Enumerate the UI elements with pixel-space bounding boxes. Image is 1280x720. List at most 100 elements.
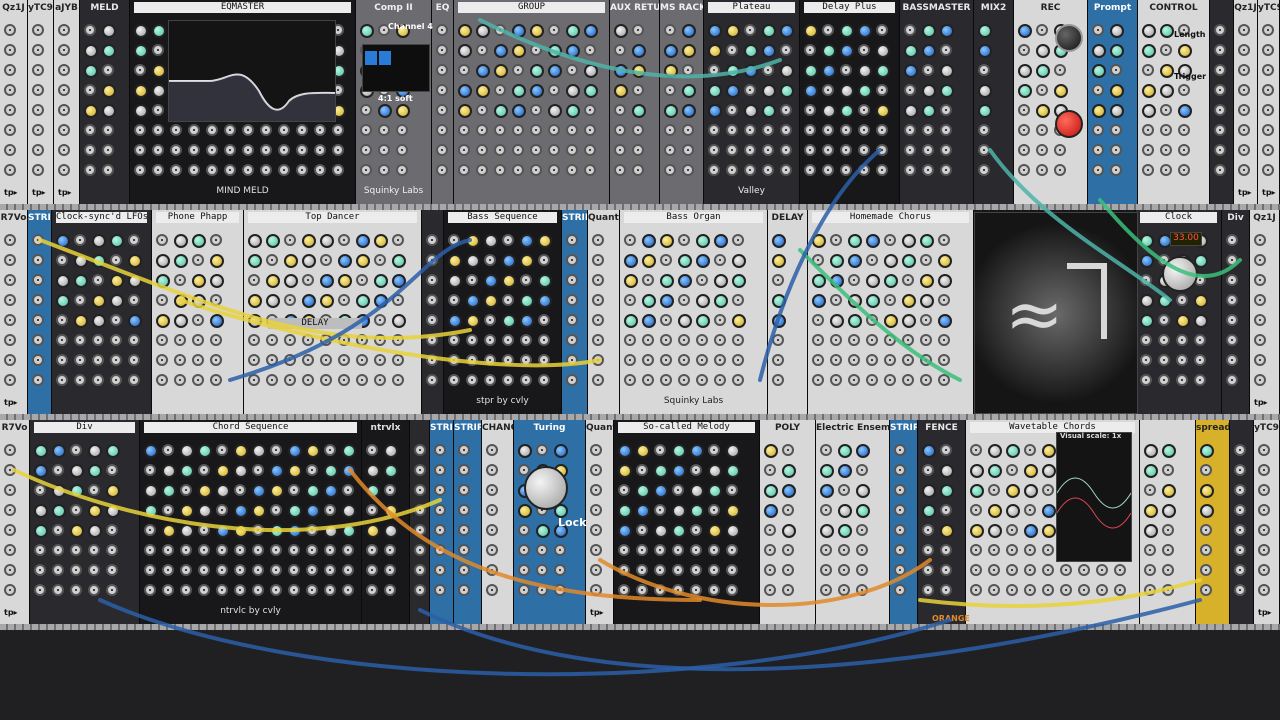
knob-control[interactable] bbox=[804, 84, 818, 98]
knob-control[interactable] bbox=[476, 64, 490, 78]
jack-port[interactable] bbox=[58, 164, 70, 176]
jack-port[interactable] bbox=[530, 144, 542, 156]
knob-control[interactable] bbox=[904, 44, 918, 58]
knob-control[interactable] bbox=[198, 484, 212, 498]
jack-port[interactable] bbox=[414, 544, 426, 556]
jack-port[interactable] bbox=[1262, 104, 1274, 116]
jack-port[interactable] bbox=[902, 354, 914, 366]
jack-port[interactable] bbox=[554, 564, 566, 576]
jack-port[interactable] bbox=[1200, 584, 1212, 596]
jack-port[interactable] bbox=[426, 234, 438, 246]
jack-port[interactable] bbox=[876, 144, 888, 156]
jack-port[interactable] bbox=[940, 44, 952, 56]
knob-control[interactable] bbox=[476, 24, 490, 38]
knob-control[interactable] bbox=[636, 484, 650, 498]
jack-port[interactable] bbox=[618, 484, 630, 496]
knob-control[interactable] bbox=[1144, 504, 1158, 518]
knob-control[interactable] bbox=[1024, 524, 1038, 538]
knob-control[interactable] bbox=[848, 234, 862, 248]
knob-control[interactable] bbox=[1042, 504, 1056, 518]
jack-port[interactable] bbox=[1054, 144, 1066, 156]
jack-port[interactable] bbox=[1042, 484, 1054, 496]
jack-port[interactable] bbox=[780, 44, 792, 56]
jack-port[interactable] bbox=[822, 164, 834, 176]
knob-control[interactable] bbox=[682, 84, 696, 98]
jack-port[interactable] bbox=[296, 164, 308, 176]
jack-port[interactable] bbox=[590, 544, 602, 556]
jack-port[interactable] bbox=[708, 564, 720, 576]
knob-control[interactable] bbox=[324, 464, 338, 478]
jack-port[interactable] bbox=[858, 44, 870, 56]
knob-control[interactable] bbox=[338, 274, 352, 288]
knob-control[interactable] bbox=[678, 314, 692, 328]
knob-control[interactable] bbox=[134, 104, 148, 118]
jack-port[interactable] bbox=[320, 254, 332, 266]
knob-control[interactable] bbox=[384, 444, 398, 458]
jack-port[interactable] bbox=[32, 44, 44, 56]
jack-port[interactable] bbox=[284, 334, 296, 346]
module-div[interactable]: Div bbox=[1222, 210, 1250, 414]
knob-control[interactable] bbox=[1036, 44, 1050, 58]
jack-port[interactable] bbox=[554, 544, 566, 556]
jack-port[interactable] bbox=[374, 354, 386, 366]
jack-port[interactable] bbox=[812, 334, 824, 346]
jack-port[interactable] bbox=[1238, 44, 1250, 56]
jack-port[interactable] bbox=[192, 374, 204, 386]
jack-port[interactable] bbox=[426, 274, 438, 286]
jack-port[interactable] bbox=[192, 354, 204, 366]
jack-port[interactable] bbox=[392, 334, 404, 346]
jack-port[interactable] bbox=[1234, 484, 1246, 496]
knob-control[interactable] bbox=[988, 444, 1002, 458]
knob-control[interactable] bbox=[1160, 84, 1174, 98]
knob-control[interactable] bbox=[1024, 464, 1038, 478]
jack-port[interactable] bbox=[548, 84, 560, 96]
jack-port[interactable] bbox=[284, 234, 296, 246]
knob-control[interactable] bbox=[726, 24, 740, 38]
jack-port[interactable] bbox=[858, 104, 870, 116]
knob-control[interactable] bbox=[538, 274, 552, 288]
knob-control[interactable] bbox=[34, 464, 48, 478]
module-electric-ensemble[interactable]: Electric Ensemble bbox=[816, 420, 890, 624]
knob-control[interactable] bbox=[74, 254, 88, 268]
knob-control[interactable] bbox=[384, 464, 398, 478]
knob-control[interactable] bbox=[288, 524, 302, 538]
knob-control[interactable] bbox=[1006, 484, 1020, 498]
jack-port[interactable] bbox=[1144, 564, 1156, 576]
knob-control[interactable] bbox=[84, 44, 98, 58]
module-blank[interactable] bbox=[422, 210, 444, 414]
knob-control[interactable] bbox=[672, 504, 686, 518]
jack-port[interactable] bbox=[1092, 84, 1104, 96]
jack-port[interactable] bbox=[210, 334, 222, 346]
knob-control[interactable] bbox=[512, 104, 526, 118]
jack-port[interactable] bbox=[224, 164, 236, 176]
module-eq[interactable]: EQ bbox=[432, 0, 454, 204]
jack-port[interactable] bbox=[366, 504, 378, 516]
jack-port[interactable] bbox=[486, 544, 498, 556]
jack-port[interactable] bbox=[466, 374, 478, 386]
knob-control[interactable] bbox=[876, 44, 890, 58]
knob-control[interactable] bbox=[52, 444, 66, 458]
jack-port[interactable] bbox=[458, 64, 470, 76]
module-qz1j[interactable]: Qz1J tp▸ bbox=[1234, 0, 1258, 204]
jack-port[interactable] bbox=[360, 164, 372, 176]
jack-port[interactable] bbox=[434, 464, 446, 476]
jack-port[interactable] bbox=[1234, 504, 1246, 516]
jack-port[interactable] bbox=[820, 564, 832, 576]
module-ytc9[interactable]: yTC9 tp▸ bbox=[1254, 420, 1280, 624]
knob-control[interactable] bbox=[1110, 84, 1124, 98]
jack-port[interactable] bbox=[156, 354, 168, 366]
jack-port[interactable] bbox=[162, 564, 174, 576]
jack-port[interactable] bbox=[1238, 164, 1250, 176]
jack-port[interactable] bbox=[1140, 354, 1152, 366]
jack-port[interactable] bbox=[4, 294, 16, 306]
jack-port[interactable] bbox=[714, 354, 726, 366]
jack-port[interactable] bbox=[1018, 144, 1030, 156]
jack-port[interactable] bbox=[1060, 584, 1072, 596]
knob-control[interactable] bbox=[288, 444, 302, 458]
jack-port[interactable] bbox=[1110, 124, 1122, 136]
jack-port[interactable] bbox=[708, 164, 720, 176]
knob-control[interactable] bbox=[252, 504, 266, 518]
knob-control[interactable] bbox=[708, 24, 722, 38]
jack-port[interactable] bbox=[1234, 524, 1246, 536]
jack-port[interactable] bbox=[4, 314, 16, 326]
